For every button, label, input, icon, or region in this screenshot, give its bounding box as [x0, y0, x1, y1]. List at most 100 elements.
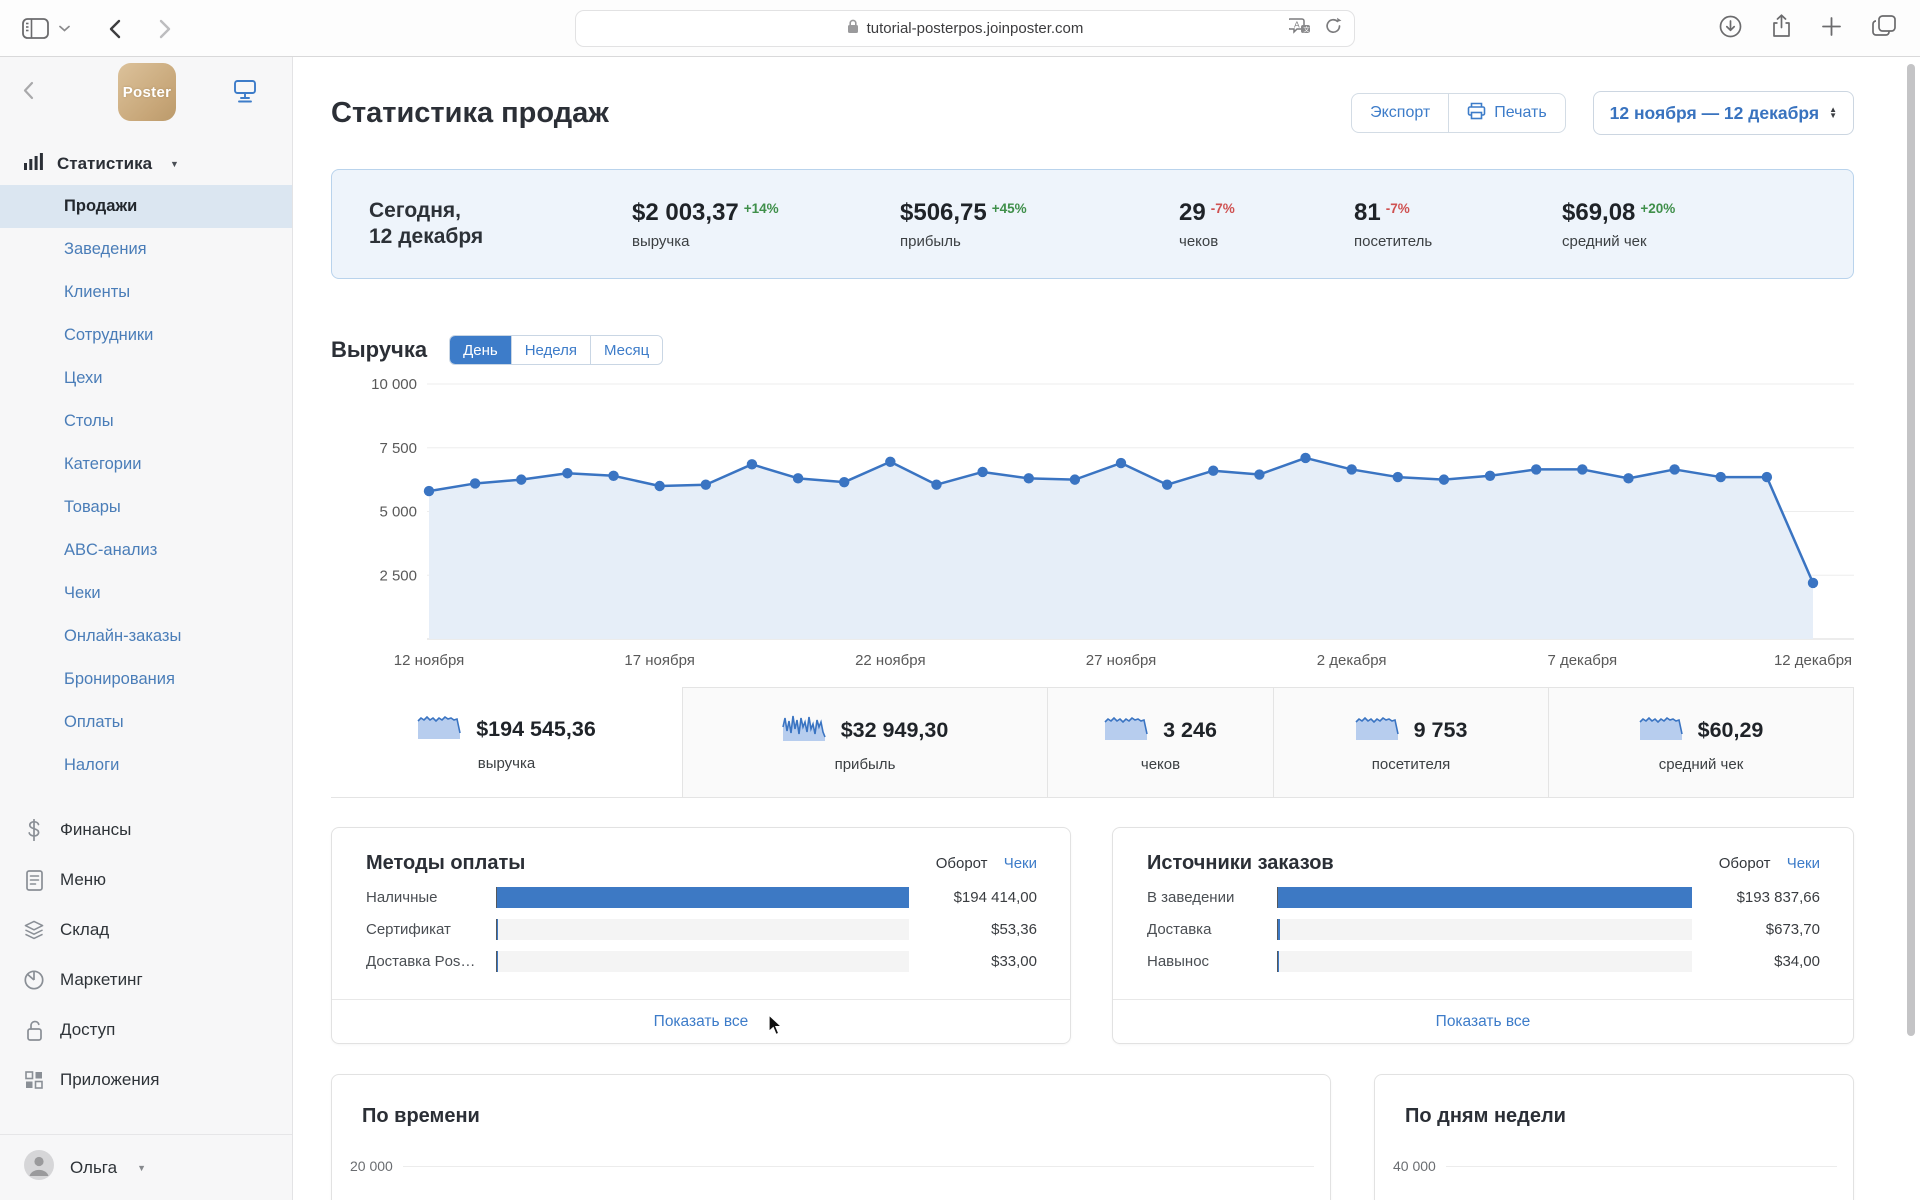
source-bar: [1277, 950, 1692, 972]
sidebar-main-sections: Финансы Меню Склад Маркетинг Доступ Приложени…: [0, 805, 292, 1105]
reload-icon[interactable]: [1325, 17, 1342, 40]
sources-toggle-receipts[interactable]: Чеки: [1787, 855, 1820, 872]
sources-toggle-turnover[interactable]: Оборот: [1719, 855, 1771, 872]
user-name: Ольга: [70, 1157, 118, 1177]
sidebar-section-2[interactable]: Склад: [0, 905, 292, 955]
sources-show-all-link[interactable]: Показать все: [1436, 1013, 1531, 1031]
sidebar-section-3[interactable]: Маркетинг: [0, 955, 292, 1005]
grid-icon: [24, 1071, 44, 1089]
source-value: $34,00: [1774, 952, 1820, 970]
today-stat-label: посетитель: [1354, 232, 1433, 250]
toolbar-chevron-down-icon[interactable]: [59, 25, 70, 32]
payment-methods-title: Методы оплаты: [366, 852, 526, 874]
revenue-tab-2[interactable]: Месяц: [590, 336, 663, 364]
browser-window: tutorial-posterpos.joinposter.com A文 Pos…: [0, 0, 1920, 1200]
metric-tab-4[interactable]: $60,29 средний чек: [1548, 687, 1854, 797]
sidebar-section-label: Маркетинг: [60, 970, 143, 989]
export-button[interactable]: Экспорт: [1352, 94, 1448, 132]
browser-back-button[interactable]: [108, 19, 121, 39]
new-tab-icon[interactable]: [1821, 16, 1842, 42]
today-stat-value: 81 -7%: [1354, 198, 1410, 226]
sidebar-item-11[interactable]: Бронирования: [0, 658, 292, 701]
translate-icon[interactable]: A文: [1287, 17, 1311, 40]
sidebar-item-1[interactable]: Заведения: [0, 228, 292, 271]
sidebar-section-label: Приложения: [60, 1070, 160, 1089]
metric-tab-3[interactable]: 9 753 посетителя: [1273, 687, 1548, 797]
sidebar-item-10[interactable]: Онлайн-заказы: [0, 615, 292, 658]
today-stat-label: прибыль: [900, 232, 961, 250]
share-icon[interactable]: [1772, 14, 1791, 43]
payment-toggle-receipts[interactable]: Чеки: [1004, 855, 1037, 872]
payment-bar: [496, 886, 909, 908]
sidebar-item-0[interactable]: Продажи: [0, 185, 292, 228]
svg-text:A: A: [1294, 19, 1300, 29]
sidebar-item-5[interactable]: Столы: [0, 400, 292, 443]
payment-show-all-link[interactable]: Показать все: [654, 1013, 749, 1031]
sidebar-section-label: Склад: [60, 920, 110, 939]
poster-logo[interactable]: Poster: [118, 63, 176, 121]
page-scrollbar-thumb[interactable]: [1907, 64, 1915, 1036]
sidebar-item-4[interactable]: Цехи: [0, 357, 292, 400]
metric-tab-1[interactable]: $32 949,30 прибыль: [682, 687, 1047, 797]
user-menu[interactable]: Ольга ▼: [0, 1134, 292, 1200]
pos-terminal-icon[interactable]: [232, 79, 258, 109]
payment-toggle-turnover[interactable]: Оборот: [936, 855, 988, 872]
url-field[interactable]: tutorial-posterpos.joinposter.com A文: [575, 10, 1355, 47]
metric-tab-label: чеков: [1140, 755, 1181, 773]
metric-tab-0[interactable]: $194 545,36 выручка: [331, 687, 682, 797]
sidebar-section-4[interactable]: Доступ: [0, 1005, 292, 1055]
payment-value: $194 414,00: [953, 888, 1037, 906]
sidebar-section-5[interactable]: Приложения: [0, 1055, 292, 1105]
page-title: Статистика продаж: [331, 96, 609, 129]
sidebar-back-chevron-icon[interactable]: [22, 81, 34, 105]
today-summary-card: Сегодня, 12 декабря $2 003,37 +14% выручка…: [331, 169, 1854, 279]
metric-tab-label: средний чек: [1658, 755, 1744, 773]
sidebar-section-label: Финансы: [60, 820, 132, 839]
sidebar-item-6[interactable]: Категории: [0, 443, 292, 486]
sidebar-item-9[interactable]: Чеки: [0, 572, 292, 615]
today-stat-delta: -7%: [1385, 200, 1410, 216]
up-down-arrows-icon: ▲ ▼: [1829, 105, 1837, 120]
print-button[interactable]: Печать: [1448, 94, 1564, 132]
svg-text:17 ноября: 17 ноября: [624, 652, 695, 669]
printer-icon: [1467, 102, 1486, 125]
source-bar: [1277, 886, 1692, 908]
sidebar-item-8[interactable]: ABC-анализ: [0, 529, 292, 572]
today-stats: $2 003,37 +14% выручка $506,75 +45% прибыль 29…: [632, 199, 1695, 250]
metric-tab-2[interactable]: 3 246 чеков: [1047, 687, 1273, 797]
today-stat-2: 29 -7% чеков: [1179, 199, 1354, 250]
sidebar-item-2[interactable]: Клиенты: [0, 271, 292, 314]
payment-row-0: Наличные $194 414,00: [332, 881, 1070, 913]
today-stat-0: $2 003,37 +14% выручка: [632, 199, 900, 250]
by-weekday-title: По дням недели: [1405, 1105, 1566, 1127]
tab-overview-icon[interactable]: [1872, 15, 1896, 42]
metric-tab-label: посетителя: [1371, 755, 1451, 773]
sidebar-item-12[interactable]: Оплаты: [0, 701, 292, 744]
revenue-tab-0[interactable]: День: [450, 336, 511, 364]
svg-text:文: 文: [1303, 24, 1310, 33]
payment-bar: [496, 918, 909, 940]
payment-methods-rows: Наличные $194 414,00 Сертификат $53,36 Доста…: [332, 881, 1070, 977]
order-sources-title: Источники заказов: [1147, 852, 1334, 874]
sidebar-item-3[interactable]: Сотрудники: [0, 314, 292, 357]
sidebar-toggle-icon[interactable]: [22, 18, 49, 39]
sidebar-section-0[interactable]: Финансы: [0, 805, 292, 855]
document-icon: [24, 869, 44, 891]
browser-forward-button[interactable]: [159, 19, 172, 39]
sidebar-item-7[interactable]: Товары: [0, 486, 292, 529]
today-stat-delta: -7%: [1210, 200, 1235, 216]
today-stat-label: чеков: [1179, 232, 1219, 250]
source-row-2: Навынос $34,00: [1113, 945, 1853, 977]
svg-text:27 ноября: 27 ноября: [1086, 652, 1157, 669]
downloads-icon[interactable]: [1719, 15, 1742, 43]
sidebar-section-statistics-label: Статистика: [57, 154, 153, 173]
lock-open-icon: [24, 1020, 44, 1041]
payment-value: $33,00: [991, 952, 1037, 970]
revenue-tab-1[interactable]: Неделя: [510, 336, 591, 364]
sidebar-section-statistics[interactable]: Статистика ▼: [24, 153, 292, 175]
today-stat-delta: +20%: [1640, 200, 1676, 216]
sidebar-item-13[interactable]: Налоги: [0, 744, 292, 787]
sidebar-section-1[interactable]: Меню: [0, 855, 292, 905]
date-range-picker[interactable]: 12 ноября — 12 декабря ▲ ▼: [1592, 91, 1854, 135]
lock-icon: [847, 19, 859, 39]
